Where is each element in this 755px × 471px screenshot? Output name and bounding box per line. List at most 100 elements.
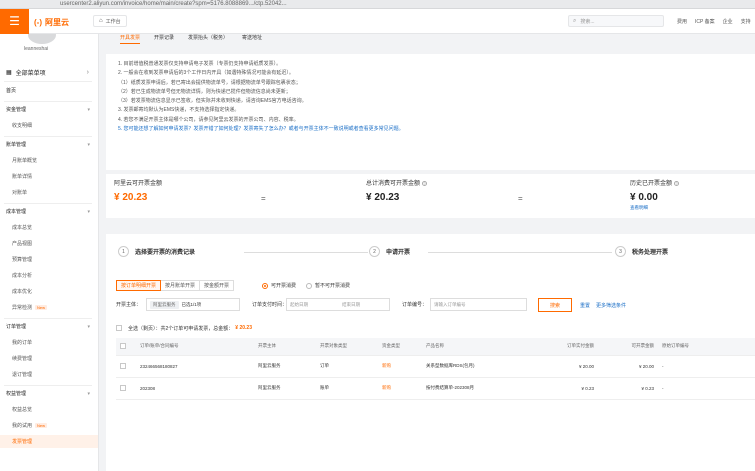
step-connector <box>244 252 368 253</box>
sidebar-item[interactable]: 我的订单 <box>0 336 98 349</box>
sidebar-item[interactable]: 退订管理 <box>0 368 98 381</box>
browser-url-bar[interactable]: usercenter2.aliyun.com/invoice/home/main… <box>0 0 755 9</box>
tab-address[interactable]: 寄送地址 <box>242 34 262 43</box>
workbench-label: 工作台 <box>105 18 121 25</box>
all-products-menu[interactable]: ▦ 全部菜单项 › <box>0 66 98 78</box>
home-icon: ⌂ <box>99 18 103 24</box>
entity-chip[interactable]: 阿里云服务 <box>150 300 179 309</box>
reset-link[interactable]: 重置 <box>580 302 590 309</box>
topnav-support[interactable]: 支持 <box>741 18 751 25</box>
sidebar-item-label: 我的订单 <box>12 340 33 346</box>
radio-invoiceable[interactable]: 可开票消费 <box>262 282 296 289</box>
sidebar-item[interactable]: 我的试用 New <box>0 419 98 432</box>
table-row[interactable]: 232466568180827 阿里云服务 订单 新购 关系型数据库RDS(包月… <box>116 355 755 378</box>
sidebar-item-label: 成本优化 <box>12 289 33 295</box>
entity-select[interactable]: 阿里云服务 已选1/1项 <box>146 298 240 311</box>
sidebar-item-label: 收支明细 <box>12 123 33 129</box>
end-date[interactable]: 结束日期 <box>342 302 360 308</box>
divider <box>4 136 92 137</box>
sidebar-item-label: 账单详情 <box>12 174 33 180</box>
info-icon[interactable]: ? <box>674 181 680 186</box>
sidebar-item-label: 退订管理 <box>12 372 33 378</box>
avatar[interactable] <box>28 34 56 44</box>
sidebar-item-label: 成本总览 <box>12 225 33 231</box>
cell-order-no: 232466568180827 <box>136 355 254 378</box>
sidebar-item[interactable]: 权益总览 <box>0 403 98 416</box>
cell-original-order: - <box>658 377 755 400</box>
sidebar-item-label: 异常检测 <box>12 305 33 311</box>
step-connector <box>428 252 612 253</box>
radio-label: 可开票消费 <box>271 283 297 289</box>
sidebar-item-label: 订单管理 <box>6 324 27 330</box>
sidebar-item[interactable]: 成本分析 <box>0 269 98 282</box>
cell-order-no: 202308 <box>136 377 254 400</box>
sidebar-item[interactable]: 月账单概览 <box>0 154 98 167</box>
summary-label: 阿里云可开票金额 <box>114 181 163 187</box>
summary-history: 历史已开票金额? ¥ 0.00 查看明细 <box>630 178 680 211</box>
row-checkbox[interactable] <box>120 362 126 369</box>
tab-by-order[interactable]: 按订单明细开票 <box>116 280 162 291</box>
sidebar-item[interactable]: 成本总览 <box>0 221 98 234</box>
sidebar-item-label: 产品视图 <box>12 241 33 247</box>
sidebar-item[interactable]: 异常检测 New <box>0 301 98 314</box>
more-filters-link[interactable]: 更多筛选条件 <box>596 302 626 309</box>
step-label: 申请开票 <box>386 250 411 256</box>
summary-value: ¥ 20.23 <box>114 192 148 203</box>
sidebar-item-label: 首页 <box>6 88 17 94</box>
col-paid: 订单实付金额 <box>542 338 598 356</box>
tab-issue-invoice[interactable]: 开具发票 <box>120 34 141 44</box>
info-icon[interactable]: ? <box>422 181 428 186</box>
user-block: leanneshai <box>0 34 98 64</box>
search-button[interactable]: 搜索 <box>538 298 572 312</box>
view-details-link[interactable]: 查看明细 <box>630 205 679 211</box>
summary-value: ¥ 20.23 <box>366 192 400 203</box>
search-input[interactable]: ⌕ 搜索... <box>568 15 664 27</box>
sidebar-item[interactable]: 成本管理 ▾ <box>0 205 98 218</box>
sidebar-item[interactable]: 发票管理 <box>0 435 98 448</box>
logo-text: 阿里云 <box>45 17 69 27</box>
select-all-checkbox[interactable] <box>116 325 122 331</box>
sidebar-item[interactable]: 产品视图 <box>0 237 98 250</box>
tab-by-amount[interactable]: 按金额开票 <box>199 280 235 291</box>
divider <box>4 203 92 204</box>
notice-line-links[interactable]: 5. 您可能还想了解如何申请发票？发票开错了如何处理？发票寄失了怎么办？或者与开… <box>118 125 743 134</box>
sidebar-item[interactable]: 账单详情 <box>0 170 98 183</box>
notice-line: 4. 若您不满足开票主体是哪个公司，请参见阿里云发票的开票公司、内容、税率。 <box>118 116 299 123</box>
sidebar-item[interactable]: 权益管理 ▾ <box>0 387 98 400</box>
topnav-icp[interactable]: ICP 备案 <box>695 18 715 25</box>
cell-original-order: - <box>658 355 755 378</box>
topnav-enterprise[interactable]: 企业 <box>723 18 733 25</box>
start-date[interactable]: 起始日期 <box>290 302 342 308</box>
tab-by-monthly-bill[interactable]: 按月账单开票 <box>160 280 201 291</box>
grid-icon: ▦ <box>6 69 12 76</box>
order-no-input[interactable]: 请输入订单编号 <box>430 298 527 311</box>
step-indicator: 1 选择要开票的消费记录 2 申请开票 3 税务处理开票 <box>118 246 755 260</box>
sidebar-item[interactable]: 资金管理 ▾ <box>0 103 98 116</box>
tab-invoice-title[interactable]: 发票抬头（税务） <box>188 34 228 43</box>
topnav-fee[interactable]: 费用 <box>677 18 687 25</box>
header-checkbox[interactable] <box>120 342 126 349</box>
username: leanneshai <box>24 46 49 52</box>
workbench-button[interactable]: ⌂ 工作台 <box>93 15 127 27</box>
sidebar-item[interactable]: 预算管理 <box>0 253 98 266</box>
cell-paid: ¥ 0.23 <box>542 377 598 400</box>
radio-not-invoiceable[interactable]: 暂不可开票消费 <box>306 282 350 289</box>
sidebar-item-label: 权益总览 <box>12 407 33 413</box>
cell-entity: 阿里云服务 <box>254 377 316 400</box>
row-checkbox[interactable] <box>120 384 126 391</box>
chevron-down-icon: ▾ <box>87 208 90 215</box>
sidebar-item[interactable]: 账单管理 ▾ <box>0 138 98 151</box>
sidebar-item[interactable]: 订单管理 ▾ <box>0 320 98 333</box>
sidebar-item[interactable]: 对账单 <box>0 186 98 199</box>
divider <box>4 81 92 82</box>
menu-icon[interactable]: ☰ <box>0 9 29 34</box>
table-row[interactable]: 202308 阿里云服务 账单 新购 按付费结算单-202308月 ¥ 0.23… <box>116 377 755 400</box>
pay-time-range[interactable]: 起始日期 结束日期 <box>286 298 390 311</box>
sidebar-item[interactable]: 成本优化 <box>0 285 98 298</box>
sidebar-item[interactable]: 首页 <box>0 84 98 97</box>
tab-invoice-records[interactable]: 开票记录 <box>154 34 174 43</box>
sidebar-item[interactable]: 收支明细 <box>0 119 98 132</box>
sidebar-item[interactable]: 续费管理 <box>0 352 98 365</box>
logo[interactable]: (-) 阿里云 <box>34 16 69 28</box>
col-object-type: 开票对象类型 <box>316 338 378 356</box>
